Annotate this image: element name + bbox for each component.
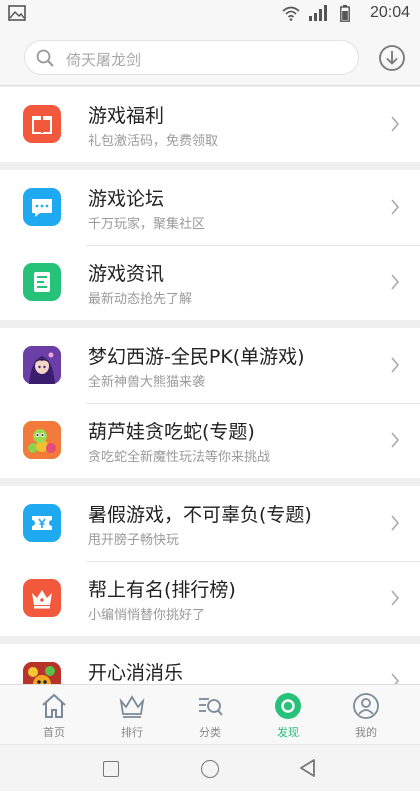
chevron-right-icon: [391, 116, 400, 132]
signal-icon: [309, 5, 327, 21]
profile-icon: [353, 693, 379, 719]
item-title: 梦幻西游-全民PK(单游戏): [88, 346, 305, 368]
category-search-icon: [199, 698, 223, 716]
nav-label: 我的: [355, 726, 377, 739]
item-subtitle: 礼包激活码，免费领取: [88, 134, 219, 149]
ticket-icon: [23, 504, 61, 542]
nav-label: 发现: [277, 726, 299, 739]
news-icon: [23, 263, 61, 301]
item-subtitle: 最新动态抢先了解: [88, 292, 193, 307]
crown-icon: [119, 695, 145, 718]
list-group: 游戏福利 礼包激活码，免费领取: [0, 87, 420, 162]
chevron-right-icon: [391, 357, 400, 373]
chevron-right-icon: [391, 199, 400, 215]
crown-icon: [23, 579, 61, 617]
home-icon: [42, 693, 66, 718]
item-title: 葫芦娃贪吃蛇(专题): [88, 421, 255, 443]
back-icon[interactable]: [298, 758, 316, 778]
search-icon: [36, 49, 54, 67]
list-item-game-forum[interactable]: 游戏论坛 千万玩家，聚集社区: [0, 170, 420, 245]
nav-profile[interactable]: 我的: [324, 685, 408, 745]
image-icon: [8, 5, 26, 21]
item-title: 游戏论坛: [88, 188, 165, 210]
download-icon[interactable]: [378, 44, 406, 72]
list-item-menghuan-xiyou[interactable]: 梦幻西游-全民PK(单游戏) 全新神兽大熊猫来袭: [0, 328, 420, 403]
list-group: 梦幻西游-全民PK(单游戏) 全新神兽大熊猫来袭 葫芦娃贪吃蛇(专题) 贪吃蛇全…: [0, 328, 420, 478]
battery-icon: [340, 5, 350, 22]
chevron-right-icon: [391, 432, 400, 448]
nav-label: 首页: [43, 726, 65, 739]
list-item-summer-games[interactable]: 暑假游戏，不可辜负(专题) 甩开膀子畅快玩: [0, 486, 420, 561]
list-group: 暑假游戏，不可辜负(专题) 甩开膀子畅快玩 帮上有名(排行榜) 小编悄悄替你挑好…: [0, 486, 420, 636]
system-navigation-bar: [0, 744, 420, 791]
home-button-icon[interactable]: [201, 760, 219, 778]
item-title: 帮上有名(排行榜): [88, 579, 236, 601]
list-item-huluwa-snake[interactable]: 葫芦娃贪吃蛇(专题) 贪吃蛇全新魔性玩法等你来挑战: [0, 403, 420, 478]
nav-ranking[interactable]: 排行: [90, 685, 174, 745]
nav-home[interactable]: 首页: [12, 685, 96, 745]
status-time: 20:04: [369, 4, 410, 21]
chat-icon: [23, 188, 61, 226]
list-group: 游戏论坛 千万玩家，聚集社区 游戏资讯 最新动态抢先了解: [0, 170, 420, 320]
discover-icon: [275, 693, 301, 719]
nav-category[interactable]: 分类: [168, 685, 252, 745]
bottom-navigation: 首页 排行 分类 发现 我的: [0, 684, 420, 744]
status-bar: 20:04: [0, 0, 420, 28]
list-item-ranking[interactable]: 帮上有名(排行榜) 小编悄悄替你挑好了: [0, 561, 420, 636]
item-subtitle: 全新神兽大熊猫来袭: [88, 375, 206, 390]
search-header: 倚天屠龙剑: [0, 28, 420, 86]
nav-label: 分类: [199, 726, 221, 739]
item-subtitle: 甩开膀子畅快玩: [88, 533, 180, 548]
wifi-icon: [282, 6, 300, 21]
search-placeholder: 倚天屠龙剑: [66, 51, 142, 69]
item-title: 游戏福利: [88, 105, 165, 127]
item-title: 开心消消乐: [88, 662, 184, 684]
item-title: 暑假游戏，不可辜负(专题): [88, 504, 312, 526]
list-item-game-welfare[interactable]: 游戏福利 礼包激活码，免费领取: [0, 87, 420, 162]
chevron-right-icon: [391, 515, 400, 531]
search-input[interactable]: 倚天屠龙剑: [24, 40, 359, 75]
game-avatar-icon: [23, 346, 61, 384]
snake-game-icon: [23, 421, 61, 459]
nav-label: 排行: [121, 726, 143, 739]
list-item-game-news[interactable]: 游戏资讯 最新动态抢先了解: [0, 245, 420, 320]
gift-icon: [23, 105, 61, 143]
item-subtitle: 小编悄悄替你挑好了: [88, 608, 206, 623]
item-title: 游戏资讯: [88, 263, 165, 285]
chevron-right-icon: [391, 590, 400, 606]
chevron-right-icon: [391, 274, 400, 290]
item-subtitle: 千万玩家，聚集社区: [88, 217, 206, 232]
item-subtitle: 贪吃蛇全新魔性玩法等你来挑战: [88, 450, 271, 465]
discover-list: 游戏福利 礼包激活码，免费领取 游戏论坛 千万玩家，聚集社区 游戏资讯 最新动态…: [0, 87, 420, 727]
recent-apps-icon[interactable]: [103, 761, 119, 777]
nav-discover[interactable]: 发现: [246, 685, 330, 745]
